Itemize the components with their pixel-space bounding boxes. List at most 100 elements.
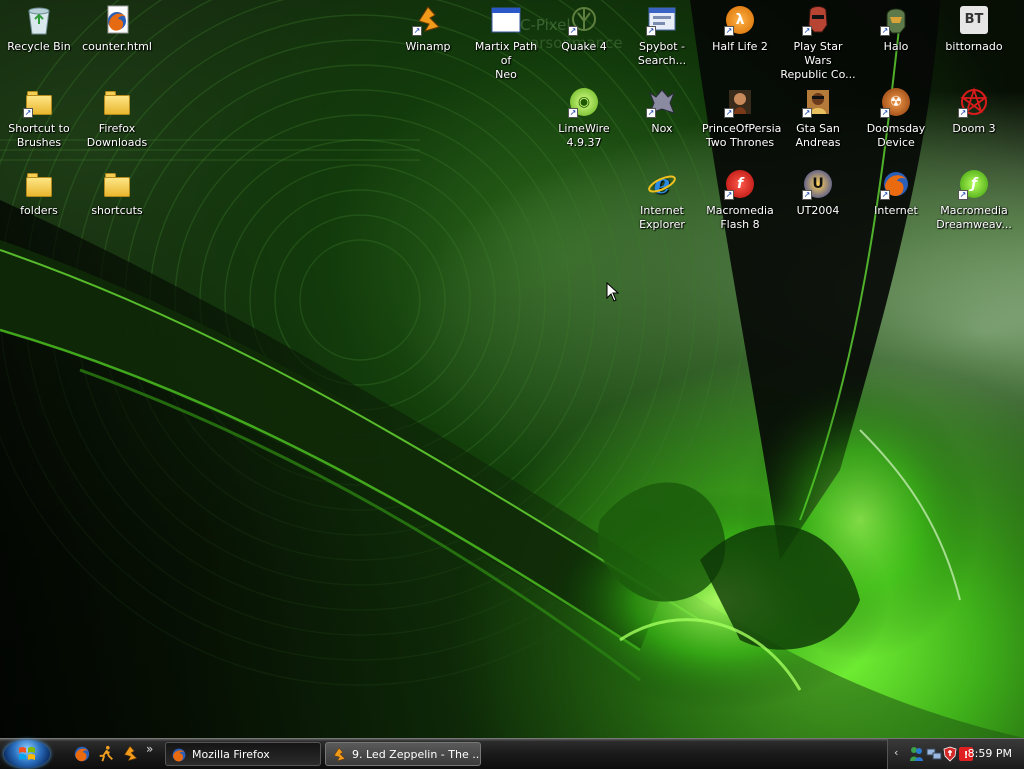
doomsday-icon: ☢ ↗ (880, 86, 912, 118)
desktop-icon-internet[interactable]: ↗ Internet (857, 166, 935, 218)
shortcut-arrow-icon: ↗ (724, 190, 734, 200)
icon-label: Spybot - Search... (637, 40, 687, 67)
icon-label: Firefox Downloads (86, 122, 148, 149)
desktop-icon-shortcuts[interactable]: shortcuts (78, 166, 156, 218)
system-tray: ‹ ! 8:59 PM (887, 739, 1024, 769)
desktop-icon-quake4[interactable]: ↗ Quake 4 (545, 2, 623, 54)
internet-explorer-icon: e (646, 168, 678, 200)
shortcut-arrow-icon: ↗ (958, 190, 968, 200)
icon-label: Martix Path of Neo (474, 40, 538, 81)
shortcut-arrow-icon: ↗ (880, 26, 890, 36)
desktop-icon-gta[interactable]: ↗ Gta San Andreas (779, 84, 857, 150)
icon-label: Play Star Wars Republic Co... (780, 40, 856, 81)
show-hidden-icons-button[interactable]: ‹ (894, 746, 898, 759)
desktop-icon-ie[interactable]: e Internet Explorer (623, 166, 701, 232)
firefox-icon (74, 746, 90, 762)
quick-launch-bar (72, 744, 140, 764)
desktop-icon-doomsday[interactable]: ☢ ↗ Doomsday Device (857, 84, 935, 150)
halo-helmet-icon: ↗ (880, 4, 912, 36)
desktop-icon-nox[interactable]: ↗ Nox (623, 84, 701, 136)
taskbar-button-label: Mozilla Firefox (192, 748, 270, 761)
icon-label: Nox (651, 122, 673, 135)
desktop-icon-halflife2[interactable]: λ ↗ Half Life 2 (701, 2, 779, 54)
desktop-icon-folders[interactable]: folders (0, 166, 78, 218)
quick-launch-winamp[interactable] (120, 744, 140, 764)
dreamweaver-icon: ƒ ↗ (958, 168, 990, 200)
shortcut-arrow-icon: ↗ (802, 26, 812, 36)
spybot-icon: ↗ (646, 4, 678, 36)
desktop-icon-matrix[interactable]: Martix Path of Neo (467, 2, 545, 82)
shortcut-arrow-icon: ↗ (802, 108, 812, 118)
taskbar-button-winamp[interactable]: 9. Led Zeppelin - The ... (325, 742, 481, 766)
taskbar-button-label: 9. Led Zeppelin - The ... (352, 748, 481, 761)
desktop-icon-counter-html[interactable]: counter.html (78, 2, 156, 54)
icon-label: Doomsday Device (866, 122, 926, 149)
firefox-icon (171, 747, 187, 763)
pentagram-icon: ↗ (958, 86, 990, 118)
messenger-icon[interactable] (908, 746, 924, 762)
shield-icon[interactable] (942, 746, 958, 762)
icon-label: Doom 3 (952, 122, 996, 135)
folder-icon (101, 168, 133, 200)
icon-label: Shortcut to Brushes (8, 122, 70, 149)
icon-label: Halo (883, 40, 909, 53)
winamp-icon (331, 747, 347, 763)
shortcut-arrow-icon: ↗ (568, 108, 578, 118)
desktop-icon-recycle-bin[interactable]: Recycle Bin (0, 2, 78, 54)
icon-label: Internet (874, 204, 918, 217)
icon-label: Macromedia Flash 8 (706, 204, 774, 231)
shortcut-arrow-icon: ↗ (646, 108, 656, 118)
quake-icon: ↗ (568, 4, 600, 36)
desktop-icon-halo[interactable]: ↗ Halo (857, 2, 935, 54)
shortcut-arrow-icon: ↗ (724, 108, 734, 118)
folder-icon: ↗ (23, 86, 55, 118)
icon-label: folders (20, 204, 58, 217)
half-life-icon: λ ↗ (724, 4, 756, 36)
start-button[interactable] (4, 740, 50, 768)
icon-label: LimeWire 4.9.37 (558, 122, 610, 149)
shortcut-arrow-icon: ↗ (880, 108, 890, 118)
mouse-cursor-icon (606, 281, 620, 306)
bittornado-icon: BT (958, 4, 990, 36)
icon-label: UT2004 (796, 204, 840, 217)
quick-launch-runner[interactable] (96, 744, 116, 764)
taskbar-button-firefox[interactable]: Mozilla Firefox (165, 742, 321, 766)
recycle-bin-icon (23, 4, 55, 36)
desktop-icon-doom3[interactable]: ↗ Doom 3 (935, 84, 1013, 136)
folder-icon (101, 86, 133, 118)
desktop-icon-dreamweaver[interactable]: ƒ ↗ Macromedia Dreamweav... (935, 166, 1013, 232)
taskbar-clock[interactable]: 8:59 PM (968, 747, 1012, 760)
desktop-icon-starwars[interactable]: ↗ Play Star Wars Republic Co... (779, 2, 857, 82)
application-window-icon (490, 4, 522, 36)
icon-label: Internet Explorer (639, 204, 685, 231)
unreal-tournament-icon: U ↗ (802, 168, 834, 200)
winamp-icon: ↗ (412, 4, 444, 36)
desktop-icon-spybot[interactable]: ↗ Spybot - Search... (623, 2, 701, 68)
desktop-icon-shortcut-brushes[interactable]: ↗ Shortcut to Brushes (0, 84, 78, 150)
folder-icon (23, 168, 55, 200)
clone-trooper-icon: ↗ (802, 4, 834, 36)
nox-icon: ↗ (646, 86, 678, 118)
desktop-icon-bittornado[interactable]: BT bittornado (935, 2, 1013, 54)
icon-label: Recycle Bin (7, 40, 71, 53)
shortcut-arrow-icon: ↗ (958, 108, 968, 118)
desktop-icon-ut2004[interactable]: U ↗ UT2004 (779, 166, 857, 218)
winamp-runner-icon (99, 745, 113, 762)
shortcut-arrow-icon: ↗ (568, 26, 578, 36)
desktop-icon-limewire[interactable]: ◉ ↗ LimeWire 4.9.37 (545, 84, 623, 150)
icon-label: Gta San Andreas (795, 122, 841, 149)
quick-launch-more-button[interactable]: » (146, 742, 153, 756)
network-icon[interactable] (926, 746, 942, 762)
desktop-icon-flash8[interactable]: f ↗ Macromedia Flash 8 (701, 166, 779, 232)
desktop-icon-winamp[interactable]: ↗ Winamp (389, 2, 467, 54)
desktop-icon-firefox-downloads[interactable]: Firefox Downloads (78, 84, 156, 150)
icon-label: Quake 4 (561, 40, 607, 53)
quick-launch-firefox[interactable] (72, 744, 92, 764)
windows-logo-icon (19, 747, 35, 760)
svg-text:e: e (654, 170, 671, 199)
firefox-icon: ↗ (880, 168, 912, 200)
desktop-icon-princeofpersia[interactable]: ↗ PrinceOfPersia Two Thrones (701, 84, 781, 150)
shortcut-arrow-icon: ↗ (724, 26, 734, 36)
icon-label: Winamp (405, 40, 451, 53)
flash-icon: f ↗ (724, 168, 756, 200)
